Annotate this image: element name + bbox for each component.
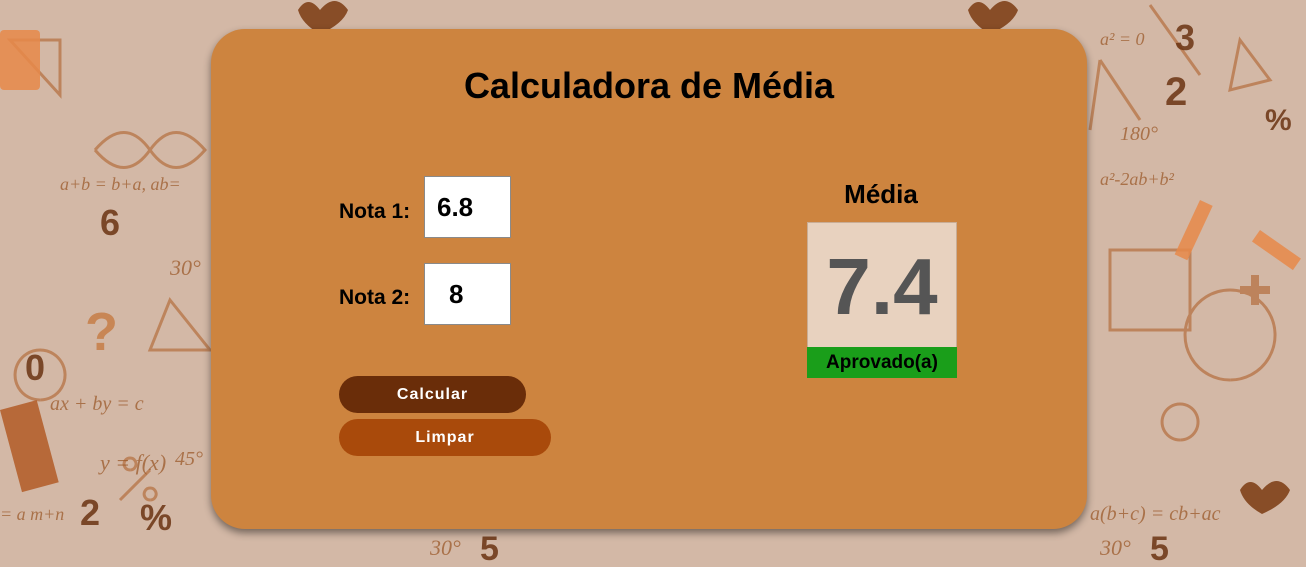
svg-text:45°: 45° [175,448,203,470]
svg-text:a(b+c) = cb+ac: a(b+c) = cb+ac [1090,503,1221,525]
svg-text:5: 5 [480,530,499,567]
nota2-input[interactable] [424,263,511,325]
svg-text:ax + by = c: ax + by = c [50,393,144,415]
svg-text:%: % [140,497,172,538]
svg-text:= a m+n: = a m+n [0,504,64,524]
svg-text:?: ? [85,302,118,362]
svg-text:30°: 30° [1099,535,1131,560]
limpar-button[interactable]: Limpar [339,419,551,456]
svg-text:5: 5 [1150,530,1169,567]
nota2-label: Nota 2: [339,286,411,309]
media-heading: Média [844,179,918,209]
svg-text:3: 3 [1175,17,1195,58]
media-result-box: 7.4 [807,222,957,349]
media-value: 7.4 [826,242,938,331]
calcular-button[interactable]: Calcular [339,376,526,413]
svg-text:a² = 0: a² = 0 [1100,29,1145,49]
svg-text:y = f(x): y = f(x) [98,450,166,475]
page-title: Calculadora de Média [463,65,835,106]
svg-text:a+b = b+a, ab=: a+b = b+a, ab= [60,174,181,194]
status-badge: Aprovado(a) [807,347,957,378]
svg-text:30°: 30° [429,535,461,560]
nota1-input[interactable] [424,176,511,238]
calculator-card: Calculadora de Média Nota 1: Nota 2: Cal… [211,29,1087,529]
svg-text:6: 6 [100,202,120,243]
svg-text:0: 0 [25,347,45,388]
nota1-label: Nota 1: [339,200,411,223]
svg-text:a²-2ab+b²: a²-2ab+b² [1100,169,1175,189]
svg-text:%: % [1265,104,1292,137]
svg-text:2: 2 [80,492,100,533]
svg-text:2: 2 [1165,70,1187,114]
svg-text:30°: 30° [169,255,201,280]
svg-text:180°: 180° [1120,123,1158,145]
